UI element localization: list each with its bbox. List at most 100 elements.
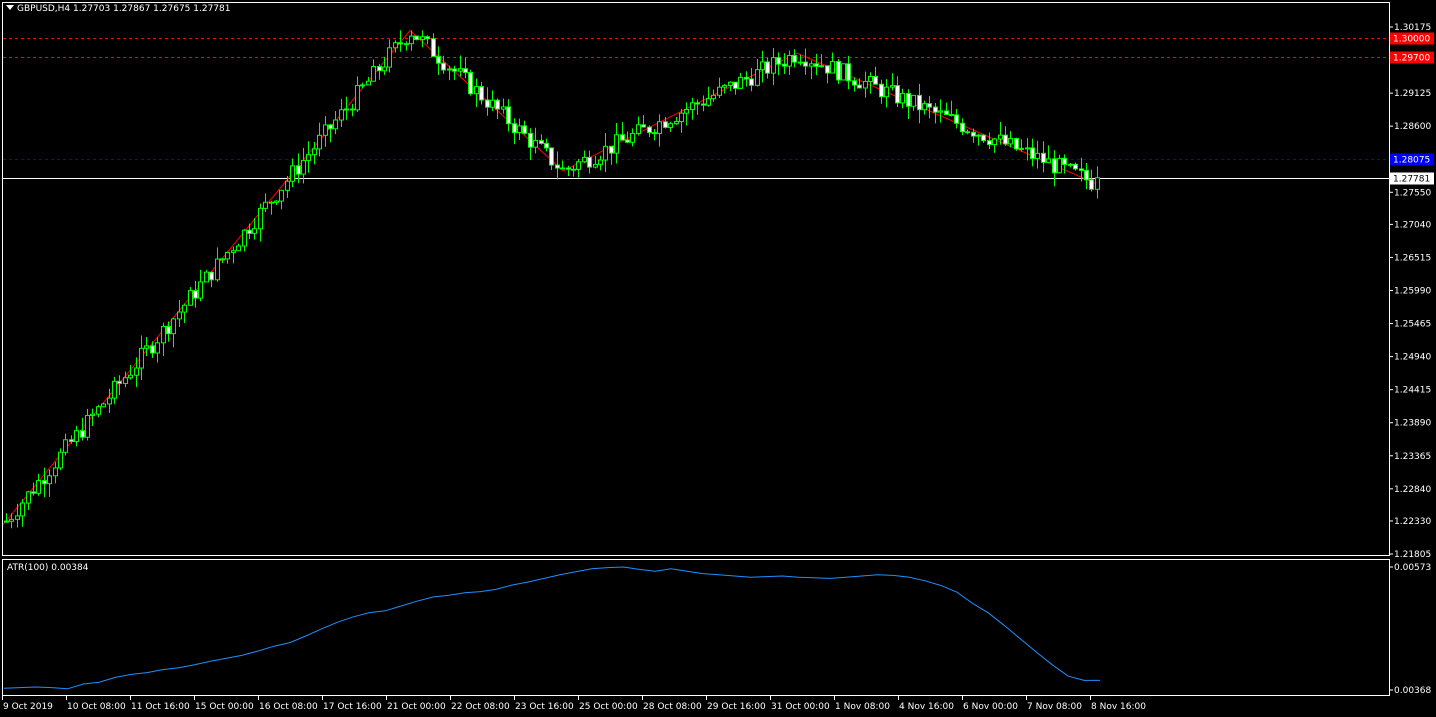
candle-body: [1041, 152, 1046, 163]
price-tick-label: 1.24940: [1394, 353, 1431, 363]
candle-body: [1008, 138, 1013, 145]
candle-body: [911, 94, 916, 107]
candle-body: [463, 68, 468, 74]
candle-body: [895, 85, 900, 104]
candle-body: [47, 475, 52, 485]
candle-body: [1019, 147, 1024, 150]
candle-body: [701, 103, 706, 106]
candle-body: [539, 140, 544, 144]
time-tick-label: 16 Oct 08:00: [259, 702, 318, 712]
candle-body: [452, 68, 457, 72]
candle-body: [641, 124, 646, 128]
candle-body: [339, 109, 344, 121]
candle-body: [825, 65, 830, 74]
candle-body: [755, 69, 760, 86]
candle-body: [647, 126, 652, 134]
candle-body: [863, 80, 868, 89]
candle-body: [922, 103, 927, 111]
candle-body: [371, 65, 376, 82]
candle-body: [485, 99, 490, 108]
candle-body: [258, 207, 263, 230]
candle-body: [85, 414, 90, 438]
candle-body: [603, 145, 608, 161]
candle-body: [744, 76, 749, 80]
candle-body: [765, 61, 770, 74]
candle-body: [134, 367, 139, 376]
time-tick-label: 11 Oct 16:00: [131, 702, 190, 712]
candle-body: [684, 109, 689, 114]
candle-body: [31, 491, 36, 494]
candle-body: [96, 406, 101, 415]
candle-body: [436, 55, 441, 64]
candle-body: [188, 290, 193, 306]
candle-body: [279, 189, 284, 202]
candle-body: [971, 131, 976, 137]
candle-body: [549, 147, 554, 166]
candle-body: [1052, 158, 1057, 174]
candle-body: [738, 76, 743, 89]
candle-body: [884, 86, 889, 98]
time-tick-label: 1 Nov 08:00: [835, 702, 890, 712]
candle-body: [274, 200, 279, 203]
candle-body: [690, 102, 695, 111]
candle-body: [317, 134, 322, 150]
candle-body: [312, 148, 317, 156]
candle-body: [852, 80, 857, 86]
candle-body: [182, 304, 187, 313]
candle-body: [425, 36, 430, 40]
price-tick-label: 1.26515: [1394, 253, 1431, 263]
candle-body: [517, 125, 522, 134]
candle-body: [236, 245, 241, 252]
candle-body: [263, 201, 268, 209]
candle-body: [571, 168, 576, 171]
candle-body: [15, 515, 20, 520]
candle-body: [1030, 147, 1035, 159]
price-tag-label: 1.30000: [1393, 35, 1430, 45]
chart-menu-button[interactable]: GBPUSD,H4 1.27703 1.27867 1.27675 1.2778…: [6, 4, 230, 15]
candle-body: [1073, 163, 1078, 170]
candle-body: [80, 430, 85, 438]
candle-body: [625, 139, 630, 143]
candle-body: [798, 61, 803, 64]
candle-body: [960, 122, 965, 133]
candle-body: [1046, 158, 1051, 163]
candle-body: [215, 258, 220, 281]
candle-body: [53, 467, 58, 477]
candle-body: [20, 502, 25, 517]
candle-body: [749, 78, 754, 86]
candle-body: [927, 103, 932, 108]
candle-body: [26, 491, 31, 504]
candle-body: [150, 345, 155, 354]
price-tick-label: 1.27040: [1394, 220, 1431, 230]
candle-body: [782, 63, 787, 67]
candle-body: [144, 345, 149, 349]
candle-body: [609, 145, 614, 154]
candle-body: [468, 72, 473, 95]
candle-body: [587, 156, 592, 168]
candle-body: [333, 119, 338, 130]
candle-body: [830, 61, 835, 74]
candle-body: [58, 451, 63, 469]
candle-body: [987, 140, 992, 146]
time-tick-label: 9 Oct 2019: [3, 702, 53, 712]
time-tick-label: 7 Nov 08:00: [1027, 702, 1082, 712]
candle-body: [873, 76, 878, 85]
candle-body: [717, 86, 722, 96]
triangle-down-icon[interactable]: [6, 5, 14, 10]
price-chart[interactable]: 1.30175 1.29125 1.28600 1.28075 1.27550 1.270…: [0, 0, 1436, 717]
price-tag-label: 1.28075: [1393, 156, 1430, 166]
candle-body: [479, 86, 484, 101]
candle-body: [846, 63, 851, 82]
candle-body: [695, 102, 700, 105]
candle-body: [306, 154, 311, 161]
price-tick-label: 1.30175: [1394, 23, 1431, 33]
candle-body: [117, 380, 122, 384]
candle-body: [512, 123, 517, 134]
candle-body: [231, 250, 236, 253]
candle-body: [74, 430, 79, 442]
price-tick-label: 1.23365: [1394, 452, 1431, 462]
candle-body: [576, 161, 581, 170]
candle-body: [814, 63, 819, 67]
candle-body: [63, 439, 68, 453]
candle-body: [495, 99, 500, 110]
